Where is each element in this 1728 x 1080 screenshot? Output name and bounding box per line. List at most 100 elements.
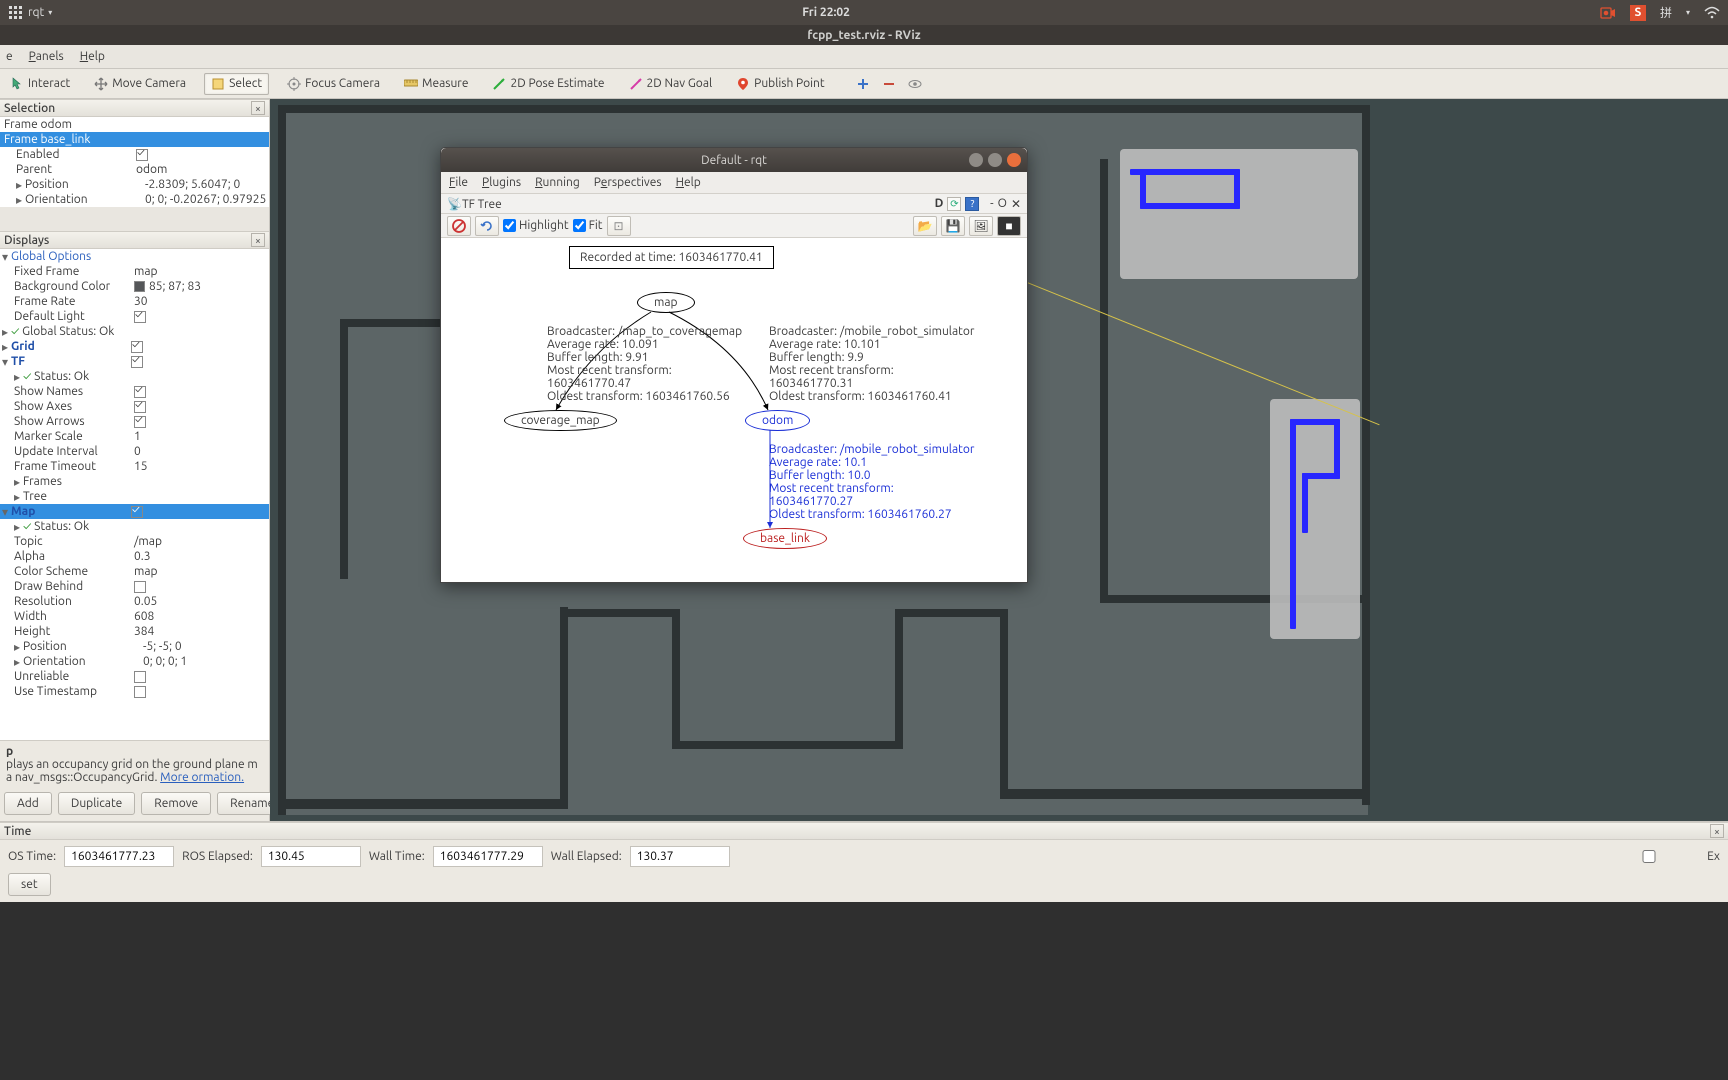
menu-file[interactable]: e bbox=[6, 50, 13, 63]
time-panel-header[interactable]: Time × bbox=[0, 822, 1728, 840]
menu-help[interactable]: Help bbox=[80, 50, 105, 63]
active-app-name[interactable]: rqt bbox=[28, 6, 44, 19]
display-row[interactable]: Frame Rate30 bbox=[0, 294, 269, 309]
remove-button[interactable]: Remove bbox=[141, 792, 211, 815]
rqt-menu-help[interactable]: Help bbox=[676, 176, 701, 189]
ros-elapsed-field[interactable] bbox=[261, 846, 361, 867]
clock[interactable]: Fri 22:02 bbox=[52, 6, 1600, 19]
selection-row[interactable]: ▸Orientation0; 0; -0.20267; 0.97925 bbox=[0, 192, 269, 207]
display-row[interactable]: Frame Timeout15 bbox=[0, 459, 269, 474]
reset-button[interactable]: set bbox=[8, 873, 51, 896]
display-row[interactable]: Marker Scale1 bbox=[0, 429, 269, 444]
selection-row[interactable]: Enabled bbox=[0, 147, 269, 162]
displays-tree[interactable]: ▾Global OptionsFixed FramemapBackground … bbox=[0, 249, 269, 709]
selection-row[interactable]: ▸Position-2.8309; 5.6047; 0 bbox=[0, 177, 269, 192]
tf-tree-canvas[interactable]: Recorded at time: 1603461770.41 map cove… bbox=[441, 238, 1027, 582]
close-icon[interactable]: × bbox=[251, 233, 265, 247]
display-row[interactable]: Show Names bbox=[0, 384, 269, 399]
rqt-titlebar[interactable]: Default - rqt bbox=[441, 148, 1027, 172]
display-row[interactable]: ▸Frames bbox=[0, 474, 269, 489]
close-icon[interactable]: × bbox=[1710, 824, 1724, 838]
display-row[interactable]: Draw Behind bbox=[0, 579, 269, 594]
maximize-icon[interactable] bbox=[988, 153, 1002, 167]
duplicate-button[interactable]: Duplicate bbox=[58, 792, 135, 815]
displays-panel-header[interactable]: Displays × bbox=[0, 231, 269, 249]
display-row[interactable]: Color Schememap bbox=[0, 564, 269, 579]
selection-panel-header[interactable]: Selection × bbox=[0, 99, 269, 117]
rqt-menu-plugins[interactable]: Plugins bbox=[482, 176, 521, 189]
close-icon[interactable]: × bbox=[251, 101, 265, 115]
plus-icon[interactable] bbox=[856, 77, 870, 91]
tool-measure[interactable]: Measure bbox=[398, 74, 474, 94]
close-icon[interactable] bbox=[1007, 153, 1021, 167]
wall-time-field[interactable] bbox=[433, 846, 543, 867]
dot-icon[interactable]: ■ bbox=[997, 216, 1021, 236]
selection-row[interactable]: Parentodom bbox=[0, 162, 269, 177]
display-row[interactable]: ▸Status: Ok bbox=[0, 519, 269, 534]
image-icon[interactable]: 🖼 bbox=[969, 216, 993, 236]
display-row[interactable]: ▾TF bbox=[0, 354, 269, 369]
experimental-checkbox[interactable] bbox=[1599, 850, 1699, 863]
eye-icon[interactable] bbox=[908, 77, 922, 91]
display-row[interactable]: Topic/map bbox=[0, 534, 269, 549]
sogou-icon[interactable]: S bbox=[1630, 5, 1646, 21]
display-row[interactable]: Background Color85; 87; 83 bbox=[0, 279, 269, 294]
display-row[interactable]: ▾Global Options bbox=[0, 249, 269, 264]
display-row[interactable]: Height384 bbox=[0, 624, 269, 639]
display-row[interactable]: Use Timestamp bbox=[0, 684, 269, 699]
display-row[interactable]: Show Axes bbox=[0, 399, 269, 414]
tool-publish-point[interactable]: Publish Point bbox=[730, 74, 830, 94]
tf-node-base-link[interactable]: base_link bbox=[743, 528, 827, 549]
ime-indicator[interactable]: 拼 bbox=[1660, 4, 1672, 21]
display-row[interactable]: ▾Map bbox=[0, 504, 269, 519]
rqt-menu-running[interactable]: Running bbox=[535, 176, 580, 189]
display-row[interactable]: ▸Grid bbox=[0, 339, 269, 354]
display-row[interactable]: Fixed Framemap bbox=[0, 264, 269, 279]
tf-node-odom[interactable]: odom bbox=[745, 410, 810, 431]
tool-interact[interactable]: Interact bbox=[4, 74, 76, 94]
selection-row[interactable]: Frame odom bbox=[0, 117, 269, 132]
dock-min-icon[interactable]: - bbox=[990, 197, 993, 210]
refresh-icon[interactable] bbox=[475, 216, 499, 236]
rqt-window[interactable]: Default - rqt File Plugins Running Persp… bbox=[440, 147, 1028, 583]
display-row[interactable]: Show Arrows bbox=[0, 414, 269, 429]
tool-2d-nav[interactable]: 2D Nav Goal bbox=[623, 74, 719, 94]
ros-time-field[interactable] bbox=[64, 846, 174, 867]
menu-panels[interactable]: Panels bbox=[29, 50, 64, 63]
tf-node-coverage-map[interactable]: coverage_map bbox=[504, 410, 617, 431]
tool-move-camera[interactable]: Move Camera bbox=[88, 74, 192, 94]
save-icon[interactable]: 💾 bbox=[941, 216, 965, 236]
rqt-menu-perspectives[interactable]: Perspectives bbox=[594, 176, 662, 189]
open-icon[interactable]: 📂 bbox=[913, 216, 937, 236]
display-row[interactable]: Width608 bbox=[0, 609, 269, 624]
display-row[interactable]: Update Interval0 bbox=[0, 444, 269, 459]
display-row[interactable]: ▸Global Status: Ok bbox=[0, 324, 269, 339]
display-row[interactable]: ▸Status: Ok bbox=[0, 369, 269, 384]
dock-close-icon[interactable]: ✕ bbox=[1011, 197, 1021, 211]
fit-checkbox[interactable]: Fit bbox=[573, 219, 603, 232]
tool-select[interactable]: Select bbox=[204, 73, 269, 95]
tool-focus-camera[interactable]: Focus Camera bbox=[281, 74, 386, 94]
selection-row[interactable]: Frame base_link bbox=[0, 132, 269, 147]
chevron-down-icon[interactable]: ▾ bbox=[1686, 8, 1690, 17]
screen-record-icon[interactable] bbox=[1600, 5, 1616, 21]
minus-icon[interactable] bbox=[882, 77, 896, 91]
display-row[interactable]: Unreliable bbox=[0, 669, 269, 684]
minimize-icon[interactable] bbox=[969, 153, 983, 167]
wifi-icon[interactable] bbox=[1704, 5, 1720, 21]
stop-icon[interactable] bbox=[447, 216, 471, 236]
tool-2d-pose[interactable]: 2D Pose Estimate bbox=[486, 74, 610, 94]
help-icon[interactable]: ? bbox=[965, 197, 979, 211]
display-row[interactable]: ▸Tree bbox=[0, 489, 269, 504]
more-info-link[interactable]: More ormation. bbox=[160, 771, 244, 784]
display-row[interactable]: Resolution0.05 bbox=[0, 594, 269, 609]
wall-elapsed-field[interactable] bbox=[630, 846, 730, 867]
display-row[interactable]: ▸Position-5; -5; 0 bbox=[0, 639, 269, 654]
dock-max-icon[interactable]: O bbox=[998, 197, 1007, 210]
reload-icon[interactable]: ⟳ bbox=[947, 197, 961, 211]
tf-node-map[interactable]: map bbox=[637, 292, 695, 313]
add-button[interactable]: Add bbox=[4, 792, 52, 815]
rqt-menu-file[interactable]: File bbox=[449, 176, 468, 189]
display-row[interactable]: ▸Orientation0; 0; 0; 1 bbox=[0, 654, 269, 669]
app-grid-icon[interactable] bbox=[8, 5, 24, 21]
